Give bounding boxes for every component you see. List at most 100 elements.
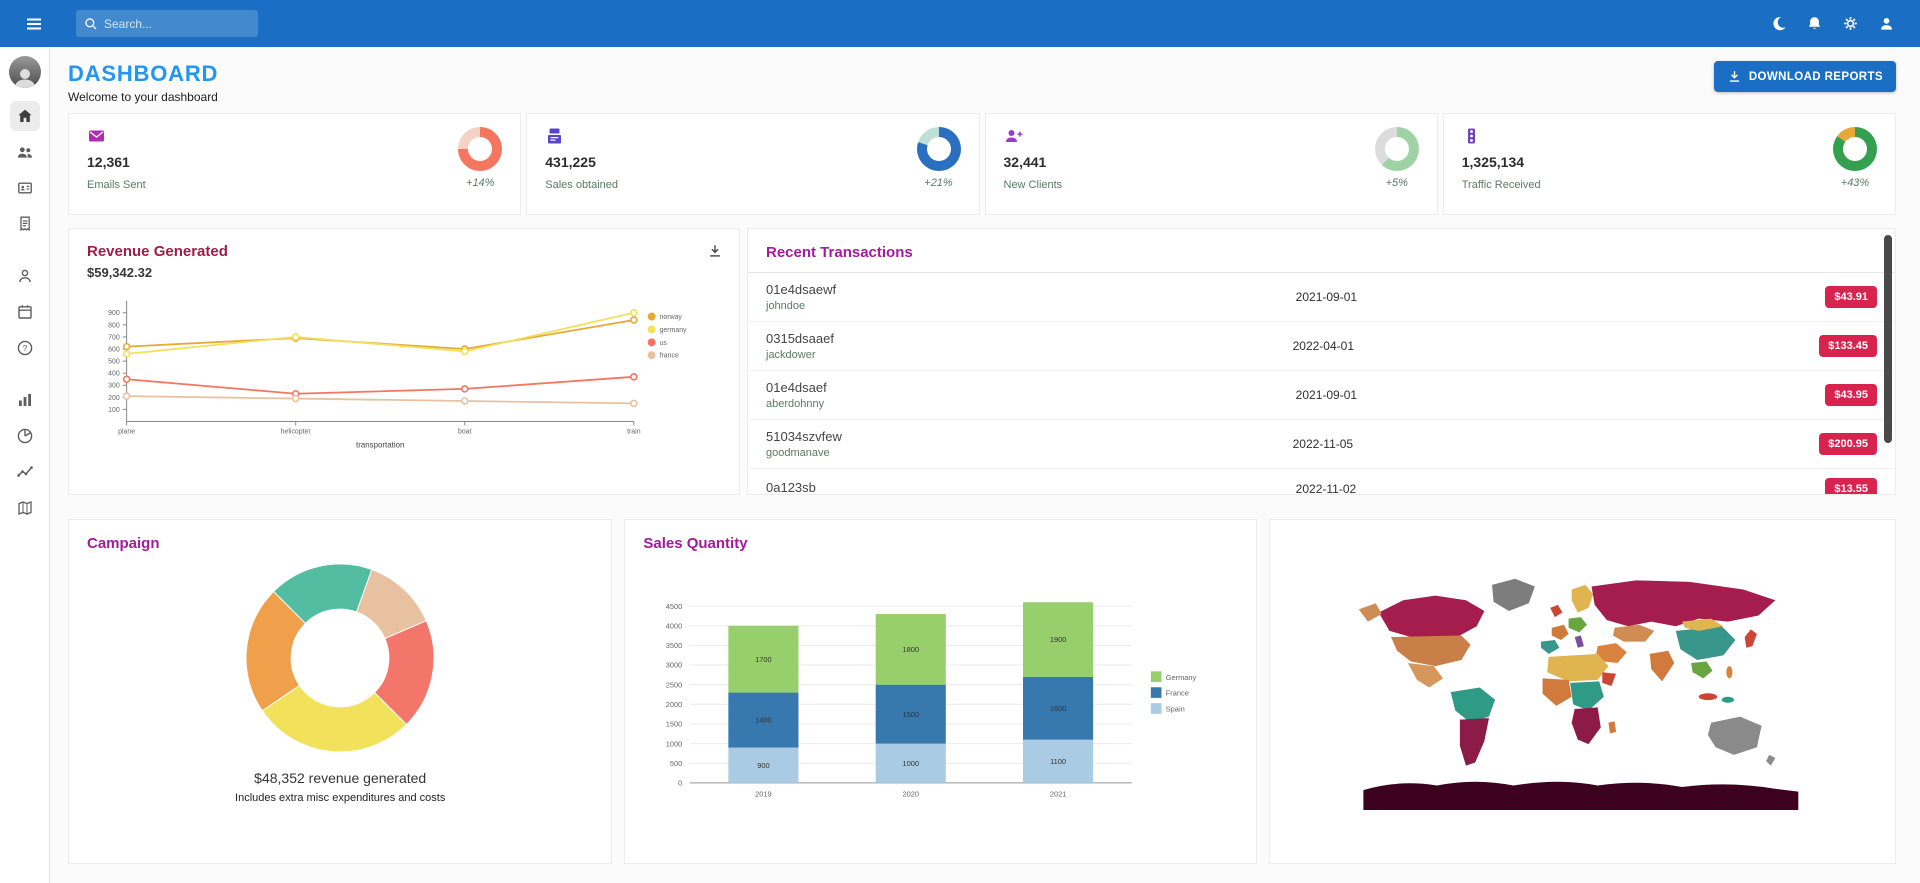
main-content: DASHBOARD Welcome to your dashboard DOWN… <box>50 0 1920 864</box>
profile-icon[interactable] <box>1870 8 1902 40</box>
bar-chart-icon <box>16 391 34 409</box>
stat-delta: +5% <box>1386 177 1408 189</box>
transaction-amount-badge: $43.95 <box>1825 384 1877 406</box>
sidebar-item-team[interactable] <box>10 137 40 167</box>
svg-text:1800: 1800 <box>903 645 920 654</box>
transaction-row: 0315dsaaef jackdower 2022-04-01 $133.45 <box>748 322 1895 371</box>
svg-text:1700: 1700 <box>756 655 773 664</box>
invoices-icon <box>16 215 34 233</box>
stat-card-clients: 32,441 New Clients +5% <box>985 113 1438 215</box>
svg-text:2020: 2020 <box>903 790 920 799</box>
stat-progress-ring <box>1833 127 1877 171</box>
transaction-user: johndoe <box>766 300 1296 312</box>
notifications-icon[interactable] <box>1798 8 1830 40</box>
transaction-amount-badge: $43.91 <box>1825 286 1877 308</box>
transactions-title: Recent Transactions <box>766 244 1877 261</box>
transaction-date: 2021-09-01 <box>1296 290 1826 304</box>
svg-text:600: 600 <box>108 346 120 353</box>
svg-text:2021: 2021 <box>1050 790 1067 799</box>
svg-text:boat: boat <box>458 428 472 435</box>
transaction-id: 01e4dsaef <box>766 380 1296 395</box>
stat-label: New Clients <box>1004 179 1063 191</box>
page-subtitle: Welcome to your dashboard <box>68 90 218 104</box>
stat-cards-row: 12,361 Emails Sent +14% 431,225 Sales ob… <box>68 113 1896 215</box>
stat-label: Emails Sent <box>87 179 146 191</box>
topbar <box>0 0 1920 47</box>
transaction-date: 2022-11-05 <box>1293 437 1820 451</box>
stat-value: 12,361 <box>87 154 146 170</box>
download-icon[interactable] <box>707 243 723 259</box>
sidebar: ? <box>0 47 50 883</box>
stat-card-emails: 12,361 Emails Sent +14% <box>68 113 521 215</box>
revenue-line-chart: 100200300400500600700800900planehelicopt… <box>87 286 721 458</box>
svg-text:helicopter: helicopter <box>281 428 312 435</box>
revenue-panel: Revenue Generated $59,342.32 10020030040… <box>68 228 740 495</box>
stat-card-sales: 431,225 Sales obtained +21% <box>526 113 979 215</box>
sidebar-item-bar-chart[interactable] <box>10 385 40 415</box>
campaign-subcaption: Includes extra misc expenditures and cos… <box>235 792 445 804</box>
svg-text:500: 500 <box>670 759 682 768</box>
download-reports-button[interactable]: DOWNLOAD REPORTS <box>1714 61 1896 92</box>
sidebar-item-contacts[interactable] <box>10 173 40 203</box>
svg-text:100: 100 <box>108 407 120 414</box>
stat-card-traffic: 1,325,134 Traffic Received +43% <box>1443 113 1896 215</box>
transaction-user: jackdower <box>766 349 1293 361</box>
sidebar-item-profile[interactable] <box>10 261 40 291</box>
download-reports-label: DOWNLOAD REPORTS <box>1749 71 1883 83</box>
middle-row: Revenue Generated $59,342.32 10020030040… <box>68 228 1896 495</box>
sales-bar-chart: 0500100015002000250030003500400045009001… <box>643 574 1238 826</box>
svg-text:1900: 1900 <box>1050 635 1067 644</box>
point-of-sale-icon <box>545 127 618 147</box>
sidebar-item-line-chart[interactable] <box>10 457 40 487</box>
svg-text:1100: 1100 <box>1050 757 1066 766</box>
sidebar-item-dashboard[interactable] <box>10 101 40 131</box>
pie-chart-icon <box>16 427 34 445</box>
svg-text:700: 700 <box>108 334 120 341</box>
svg-text:france: france <box>660 353 679 360</box>
download-icon <box>1727 69 1742 84</box>
sidebar-item-faq[interactable]: ? <box>10 333 40 363</box>
transaction-date: 2021-09-01 <box>1296 388 1826 402</box>
svg-text:?: ? <box>22 343 27 353</box>
menu-icon[interactable] <box>18 8 50 40</box>
svg-text:1500: 1500 <box>666 720 683 729</box>
map-icon <box>16 499 34 517</box>
calendar-icon <box>16 303 34 321</box>
stat-progress-ring <box>458 127 502 171</box>
person-icon <box>16 267 34 285</box>
transactions-scrollbar[interactable] <box>1884 235 1892 443</box>
sidebar-item-calendar[interactable] <box>10 297 40 327</box>
search-box <box>76 10 258 37</box>
svg-text:2000: 2000 <box>666 700 683 709</box>
transaction-user: aberdohnny <box>766 398 1296 410</box>
user-avatar[interactable] <box>9 56 41 88</box>
svg-text:2500: 2500 <box>666 680 683 689</box>
svg-text:1000: 1000 <box>903 759 920 768</box>
settings-icon[interactable] <box>1834 8 1866 40</box>
person-add-icon <box>1004 127 1063 147</box>
transaction-id: 01e4dsaewf <box>766 282 1296 297</box>
sidebar-item-geography[interactable] <box>10 493 40 523</box>
contacts-icon <box>16 179 34 197</box>
transaction-date: 2022-11-02 <box>1296 482 1826 495</box>
sidebar-item-pie-chart[interactable] <box>10 421 40 451</box>
campaign-panel: Campaign $48,352 revenue generated Inclu… <box>68 519 612 864</box>
revenue-title: Revenue Generated <box>87 243 721 260</box>
search-icon <box>84 17 98 31</box>
svg-text:transportation: transportation <box>356 440 404 449</box>
help-icon: ? <box>16 339 34 357</box>
svg-text:4000: 4000 <box>666 621 683 630</box>
svg-text:900: 900 <box>758 761 770 770</box>
sidebar-item-invoices[interactable] <box>10 209 40 239</box>
transaction-row: 01e4dsaewf johndoe 2021-09-01 $43.91 <box>748 273 1895 322</box>
dark-mode-icon[interactable] <box>1762 8 1794 40</box>
svg-text:800: 800 <box>108 322 120 329</box>
stat-delta: +21% <box>924 177 952 189</box>
svg-text:500: 500 <box>108 359 120 366</box>
svg-text:900: 900 <box>108 310 120 317</box>
svg-text:Spain: Spain <box>1166 705 1185 714</box>
transaction-user: goodmanave <box>766 447 1293 459</box>
search-input[interactable] <box>104 17 259 31</box>
page-header: DASHBOARD Welcome to your dashboard DOWN… <box>68 61 1896 104</box>
sidebar-nav: ? <box>10 101 40 529</box>
